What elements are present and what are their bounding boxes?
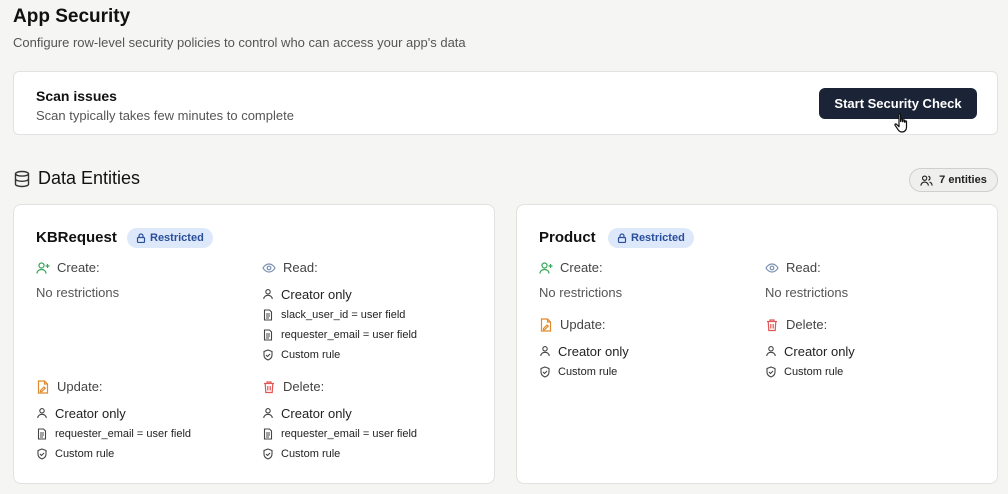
create-label: Create: [57,260,100,275]
user-icon [37,408,47,419]
rule-custom: Custom rule [539,362,629,382]
create-label: Create: [560,260,603,275]
entity-name: KBRequest [36,229,117,246]
eye-icon [262,262,276,273]
rule-custom: Custom rule [765,362,855,382]
user-icon [540,346,550,357]
file-edit-icon [37,379,49,394]
shield-check-icon [540,366,550,378]
rule-creator-only: Creator only [539,340,629,362]
delete-permission: Delete: Creator only requester_email = u… [262,379,417,464]
update-label: Update: [560,317,606,332]
eye-icon [765,262,779,273]
rule-creator-only: Creator only [36,402,191,424]
update-permission: Update: Creator only requester_email = u… [36,379,191,464]
database-icon [14,170,30,187]
update-permission: Update: Creator only Custom rule [539,317,629,382]
read-label: Read: [786,260,821,275]
lock-icon [617,233,627,243]
delete-permission: Delete: Creator only Custom rule [765,317,855,382]
hand-cursor-icon [894,113,908,133]
user-plus-icon [539,261,553,274]
restricted-badge: Restricted [608,228,694,248]
entity-card-kbrequest[interactable]: KBRequest Restricted Create: No restrict… [13,204,495,484]
delete-label: Delete: [786,317,828,332]
rule-field: requester_email = user field [262,424,417,444]
data-entities-header: Data Entities [13,168,140,189]
scan-subtitle: Scan typically takes few minutes to comp… [36,108,294,123]
entity-card-product[interactable]: Product Restricted Create: No restrictio… [516,204,998,484]
create-value: No restrictions [36,285,120,300]
read-value: No restrictions [765,285,849,300]
create-permission: Create: No restrictions [36,260,119,300]
read-permission: Read: No restrictions [765,260,848,300]
restricted-badge: Restricted [127,228,213,248]
file-edit-icon [540,317,552,332]
user-icon [263,289,273,300]
create-value: No restrictions [539,285,623,300]
trash-icon [264,380,274,393]
trash-icon [767,318,777,331]
rule-creator-only: Creator only [765,340,855,362]
restricted-label: Restricted [150,232,204,244]
rule-field: slack_user_id = user field [262,305,417,325]
user-plus-icon [36,261,50,274]
read-permission: Read: Creator only slack_user_id = user … [262,260,417,365]
user-icon [263,408,273,419]
rule-field: requester_email = user field [262,325,417,345]
update-label: Update: [57,379,103,394]
page-subtitle: Configure row-level security policies to… [13,35,466,50]
rule-custom: Custom rule [36,444,191,464]
document-icon [263,309,273,321]
lock-icon [136,233,146,243]
entity-name: Product [539,229,596,246]
restricted-label: Restricted [631,232,685,244]
read-label: Read: [283,260,318,275]
document-icon [263,329,273,341]
scan-issues-card: Scan issues Scan typically takes few min… [13,71,998,135]
document-icon [37,428,47,440]
create-permission: Create: No restrictions [539,260,622,300]
rule-creator-only: Creator only [262,402,417,424]
rule-custom: Custom rule [262,345,417,365]
shield-check-icon [766,366,776,378]
entities-count-badge[interactable]: 7 entities [909,168,998,192]
rule-custom: Custom rule [262,444,417,464]
rule-creator-only: Creator only [262,283,417,305]
rule-field: requester_email = user field [36,424,191,444]
delete-label: Delete: [283,379,325,394]
shield-check-icon [263,448,273,460]
section-title: Data Entities [38,168,141,188]
shield-check-icon [37,448,47,460]
entities-count-label: 7 entities [939,174,987,186]
document-icon [263,428,273,440]
page-title: App Security [13,6,131,27]
users-icon [920,174,933,186]
scan-title: Scan issues [36,88,117,104]
user-icon [766,346,776,357]
shield-check-icon [263,349,273,361]
